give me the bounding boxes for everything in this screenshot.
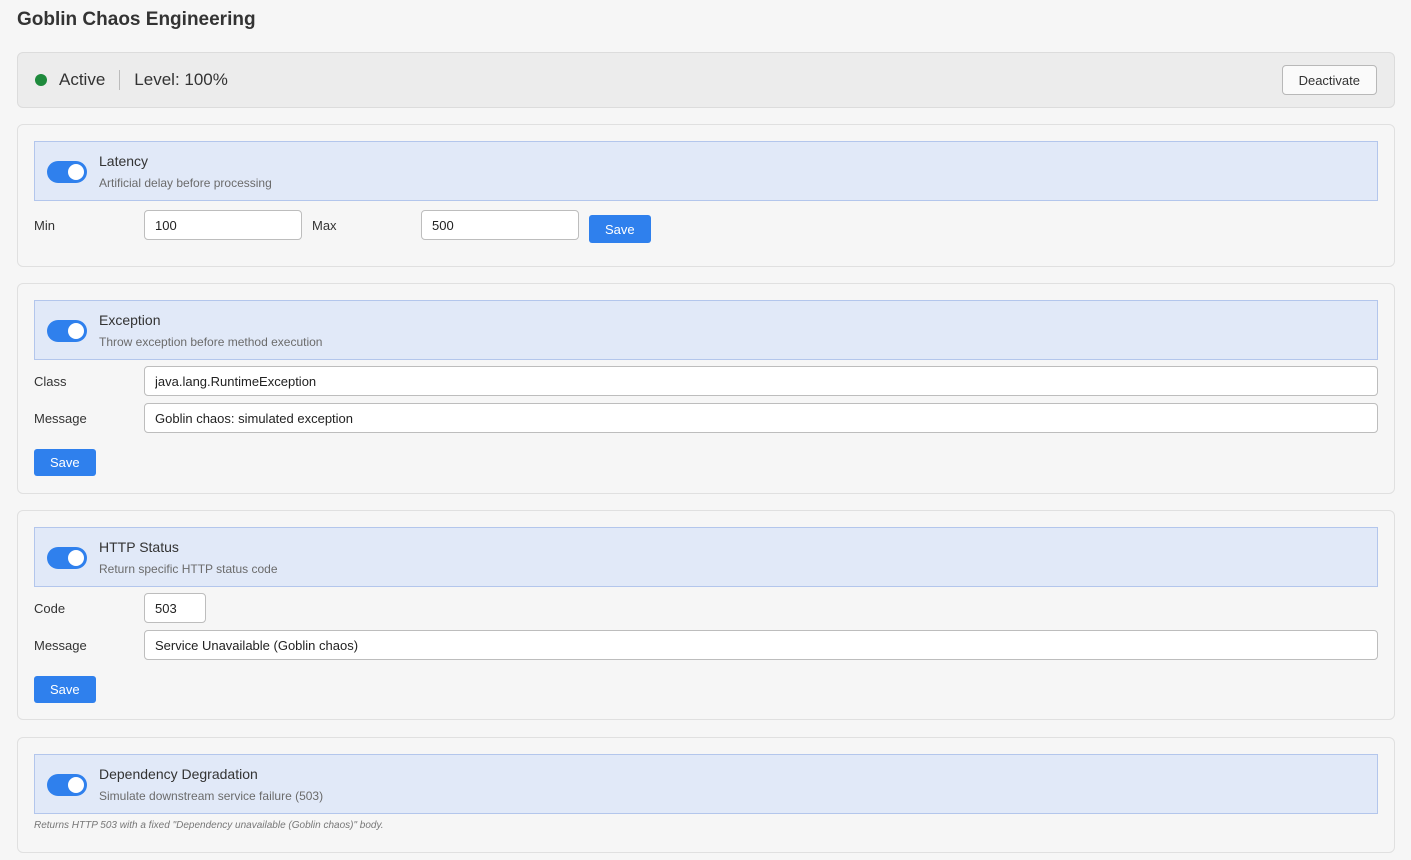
toggle-knob: [68, 323, 84, 339]
exception-save-button[interactable]: Save: [34, 449, 96, 476]
dependency-description: Simulate downstream service failure (503…: [99, 789, 324, 803]
exception-card: Exception Throw exception before method …: [17, 283, 1395, 494]
exception-class-input[interactable]: [144, 366, 1378, 396]
exception-class-label: Class: [34, 374, 67, 389]
exception-header: Exception Throw exception before method …: [34, 300, 1378, 360]
toggle-knob: [68, 550, 84, 566]
latency-card: Latency Artificial delay before processi…: [17, 124, 1395, 267]
http-status-message-input[interactable]: [144, 630, 1378, 660]
latency-max-label: Max: [312, 218, 337, 233]
status-divider: [119, 70, 121, 90]
dependency-title: Dependency Degradation: [99, 766, 258, 782]
exception-title: Exception: [99, 312, 161, 328]
latency-header: Latency Artificial delay before processi…: [34, 141, 1378, 201]
latency-toggle[interactable]: [47, 161, 87, 183]
toggle-knob: [68, 164, 84, 180]
http-status-description: Return specific HTTP status code: [99, 562, 278, 576]
latency-description: Artificial delay before processing: [99, 176, 272, 190]
http-status-header: HTTP Status Return specific HTTP status …: [34, 527, 1378, 587]
latency-min-input[interactable]: [144, 210, 302, 240]
status-level: Level: 100%: [134, 70, 228, 89]
status-bar: Active Level: 100% Deactivate: [17, 52, 1395, 108]
http-status-toggle[interactable]: [47, 547, 87, 569]
latency-title: Latency: [99, 153, 149, 169]
status-indicator-dot: [35, 74, 47, 86]
page-title: Goblin Chaos Engineering: [17, 9, 256, 30]
http-status-card: HTTP Status Return specific HTTP status …: [17, 510, 1395, 720]
latency-max-input[interactable]: [421, 210, 579, 240]
exception-message-label: Message: [34, 411, 87, 426]
http-status-message-label: Message: [34, 638, 87, 653]
exception-description: Throw exception before method execution: [99, 335, 323, 349]
dependency-toggle[interactable]: [47, 774, 87, 796]
exception-message-input[interactable]: [144, 403, 1378, 433]
status-state: Active: [59, 70, 106, 89]
http-status-title: HTTP Status: [99, 539, 179, 555]
dependency-note: Returns HTTP 503 with a fixed "Dependenc…: [34, 820, 384, 831]
latency-min-label: Min: [34, 218, 55, 233]
toggle-knob: [68, 777, 84, 793]
http-status-code-input[interactable]: [144, 593, 206, 623]
dependency-header: Dependency Degradation Simulate downstre…: [34, 754, 1378, 814]
http-status-save-button[interactable]: Save: [34, 676, 96, 703]
exception-toggle[interactable]: [47, 320, 87, 342]
http-status-code-label: Code: [34, 601, 66, 616]
deactivate-button[interactable]: Deactivate: [1281, 65, 1377, 95]
latency-save-button[interactable]: Save: [589, 215, 651, 243]
dependency-card: Dependency Degradation Simulate downstre…: [17, 737, 1395, 853]
